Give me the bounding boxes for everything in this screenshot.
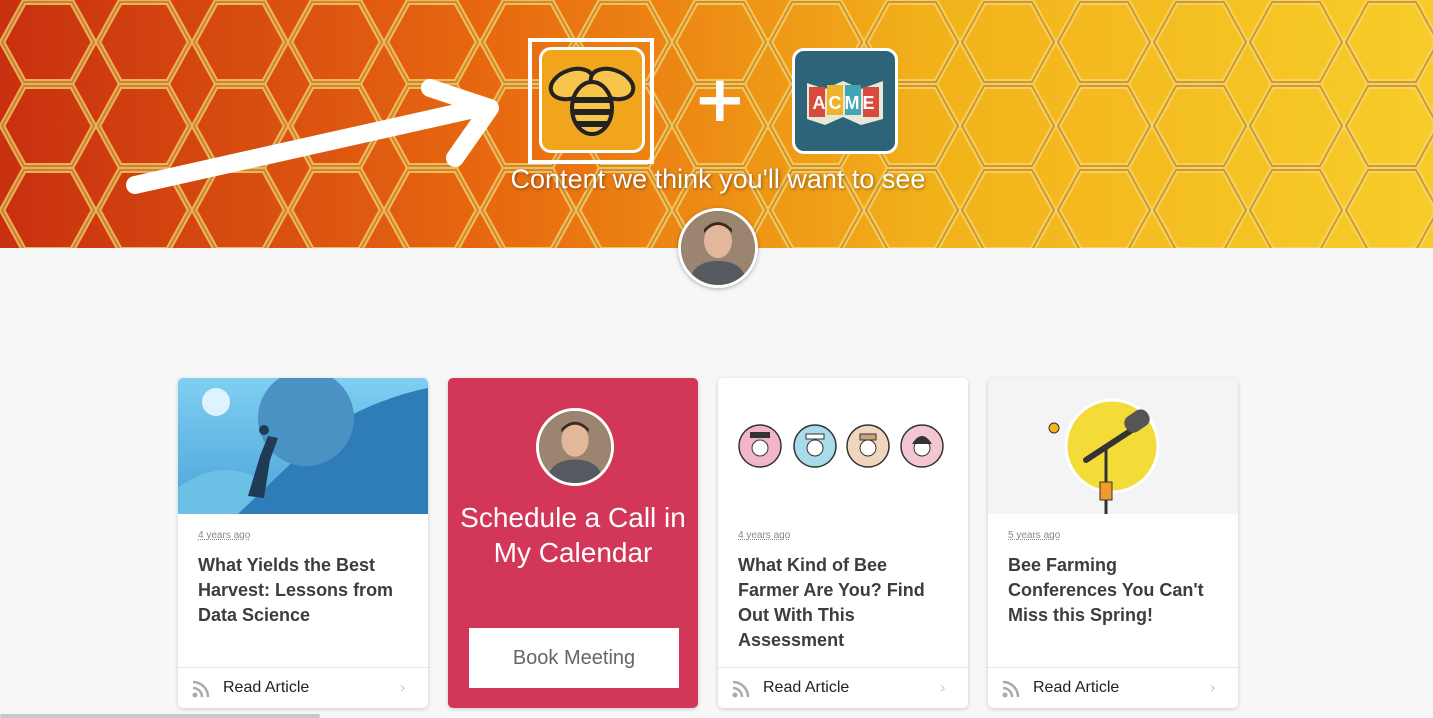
characters-image [718, 378, 968, 514]
horizontal-scrollbar[interactable] [0, 714, 320, 718]
author-avatar [536, 408, 614, 486]
chevron-right-icon: › [399, 678, 406, 697]
rss-icon [1002, 680, 1020, 698]
bee-logo [539, 47, 645, 153]
acme-icon: ACME [807, 81, 883, 125]
article-card-conferences[interactable]: 5 years ago Bee Farming Conferences You … [988, 378, 1238, 708]
read-article-link[interactable]: Read Article › [988, 667, 1238, 708]
rss-icon [192, 680, 210, 698]
read-article-label: Read Article [1033, 679, 1120, 696]
article-title[interactable]: Bee Farming Conferences You Can't Miss t… [1008, 553, 1223, 628]
book-meeting-button[interactable]: Book Meeting [469, 628, 679, 688]
article-title[interactable]: What Yields the Best Harvest: Lessons fr… [198, 553, 413, 628]
read-article-link[interactable]: Read Article › [718, 667, 968, 708]
chevron-right-icon: › [1209, 678, 1216, 697]
plus-sign: + [693, 63, 747, 137]
article-card-harvest[interactable]: 4 years ago What Yields the Best Harvest… [178, 378, 428, 708]
article-age: 4 years ago [738, 530, 791, 541]
cta-title: Schedule a Call in My Calendar [460, 502, 686, 568]
microphone-image [988, 378, 1238, 514]
bee-icon [548, 66, 636, 136]
read-article-label: Read Article [763, 679, 850, 696]
author-avatar [678, 208, 758, 288]
svg-text:ACME: ACME [813, 93, 878, 113]
chevron-right-icon: › [939, 678, 946, 697]
hero-title: Content we think you'll want to see [510, 164, 926, 194]
article-age: 4 years ago [198, 530, 251, 541]
read-article-link[interactable]: Read Article › [178, 667, 428, 708]
schedule-call-card: Schedule a Call in My Calendar Book Meet… [448, 378, 698, 708]
article-age: 5 years ago [1008, 530, 1061, 541]
read-article-label: Read Article [223, 679, 310, 696]
article-title[interactable]: What Kind of Bee Farmer Are You? Find Ou… [738, 553, 953, 653]
acme-logo: ACME [792, 48, 898, 154]
climber-image [178, 378, 428, 514]
rss-icon [732, 680, 750, 698]
article-card-assessment[interactable]: 4 years ago What Kind of Bee Farmer Are … [718, 378, 968, 708]
